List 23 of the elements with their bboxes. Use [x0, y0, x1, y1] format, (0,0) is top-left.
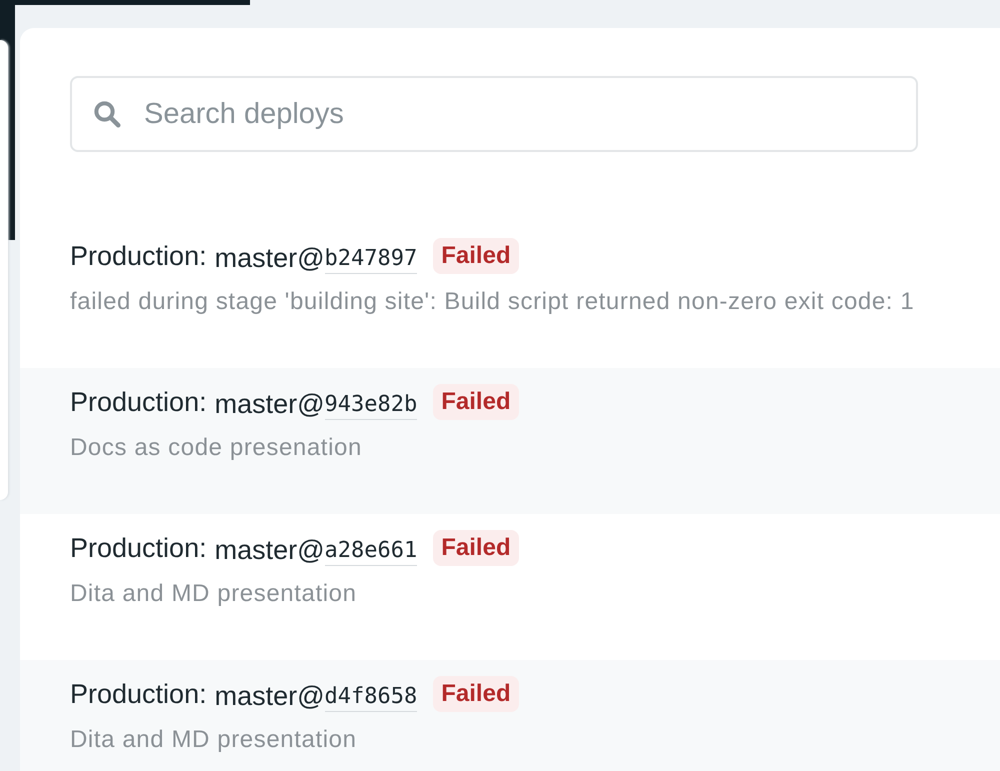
search-field[interactable]: Search deploys [70, 76, 918, 152]
deploy-branch: master@ [214, 680, 325, 712]
deploy-context: Production: [70, 240, 207, 272]
status-badge: Failed [433, 530, 519, 566]
status-badge: Failed [433, 238, 519, 274]
deploy-branch: master@ [214, 388, 325, 420]
commit-link[interactable]: 943e82b [324, 392, 418, 420]
deploy-row[interactable]: Production: master@943e82b Failed Docs as code presenation [20, 368, 1000, 514]
status-badge: Failed [433, 676, 519, 712]
deploy-message: Docs as code presenation [70, 434, 363, 462]
commit-link[interactable]: a28e661 [324, 538, 418, 566]
deploy-context: Production: [70, 386, 207, 418]
deploy-context: Production: [70, 532, 207, 564]
deploy-context: Production: [70, 678, 207, 710]
commit-link[interactable]: d4f8658 [324, 684, 418, 712]
deploy-branch: master@ [214, 534, 325, 566]
deploy-message: failed during stage 'building site': Build script returned non-zero exit code: 1 [70, 288, 916, 316]
commit-link[interactable]: b247897 [324, 246, 418, 274]
deploy-branch: master@ [214, 242, 325, 274]
deploy-row[interactable]: Production: master@d4f8658 Failed Dita and MD presentation [20, 660, 1000, 771]
deploy-message: Dita and MD presentation [70, 580, 358, 608]
status-badge: Failed [433, 384, 519, 420]
deploy-message: Dita and MD presentation [70, 726, 358, 754]
